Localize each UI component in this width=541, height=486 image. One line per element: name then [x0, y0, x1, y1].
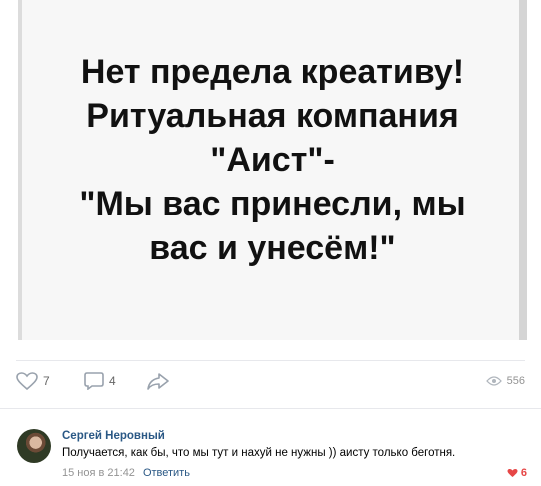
comment-like-button[interactable]: 6: [507, 467, 527, 479]
reply-button[interactable]: Ответить: [143, 467, 190, 479]
comment-item: Сергей Неровный Получается, как бы, что …: [0, 408, 541, 486]
like-button[interactable]: 7: [16, 371, 50, 391]
avatar[interactable]: [17, 429, 51, 463]
comment-button[interactable]: 4: [84, 371, 116, 391]
comment-text: Получается, как бы, что мы тут и нахуй н…: [62, 447, 456, 459]
share-button[interactable]: [146, 371, 170, 391]
comment-count: 4: [109, 374, 116, 388]
image-text-line: "Мы вас принесли, мы: [79, 185, 466, 223]
comment-icon: [84, 372, 104, 390]
views-indicator: 556: [485, 371, 525, 391]
eye-icon: [485, 376, 502, 386]
like-count: 7: [43, 374, 50, 388]
image-border-left: [18, 0, 22, 340]
post-image[interactable]: Нет предела креативу! Ритуальная компани…: [18, 0, 527, 340]
image-text: Нет предела креативу! Ритуальная компани…: [26, 50, 519, 270]
heart-filled-icon: [507, 469, 518, 477]
comment-like-count: 6: [520, 467, 527, 479]
image-border-right: [519, 0, 527, 340]
image-text-line: "Аист"-: [210, 141, 335, 179]
post-actions-bar: 7 4 556: [16, 360, 525, 405]
comment-author[interactable]: Сергей Неровный: [62, 430, 165, 442]
views-count: 556: [506, 375, 525, 387]
image-text-line: Ритуальная компания: [86, 97, 459, 135]
image-text-line: вас и унесём!": [149, 229, 396, 267]
comment-date[interactable]: 15 ноя в 21:42: [62, 467, 135, 479]
image-text-line: Нет предела креативу!: [80, 53, 465, 91]
heart-icon: [16, 372, 38, 390]
share-icon: [146, 372, 170, 390]
comment-meta: 15 ноя в 21:42 Ответить: [62, 467, 190, 479]
